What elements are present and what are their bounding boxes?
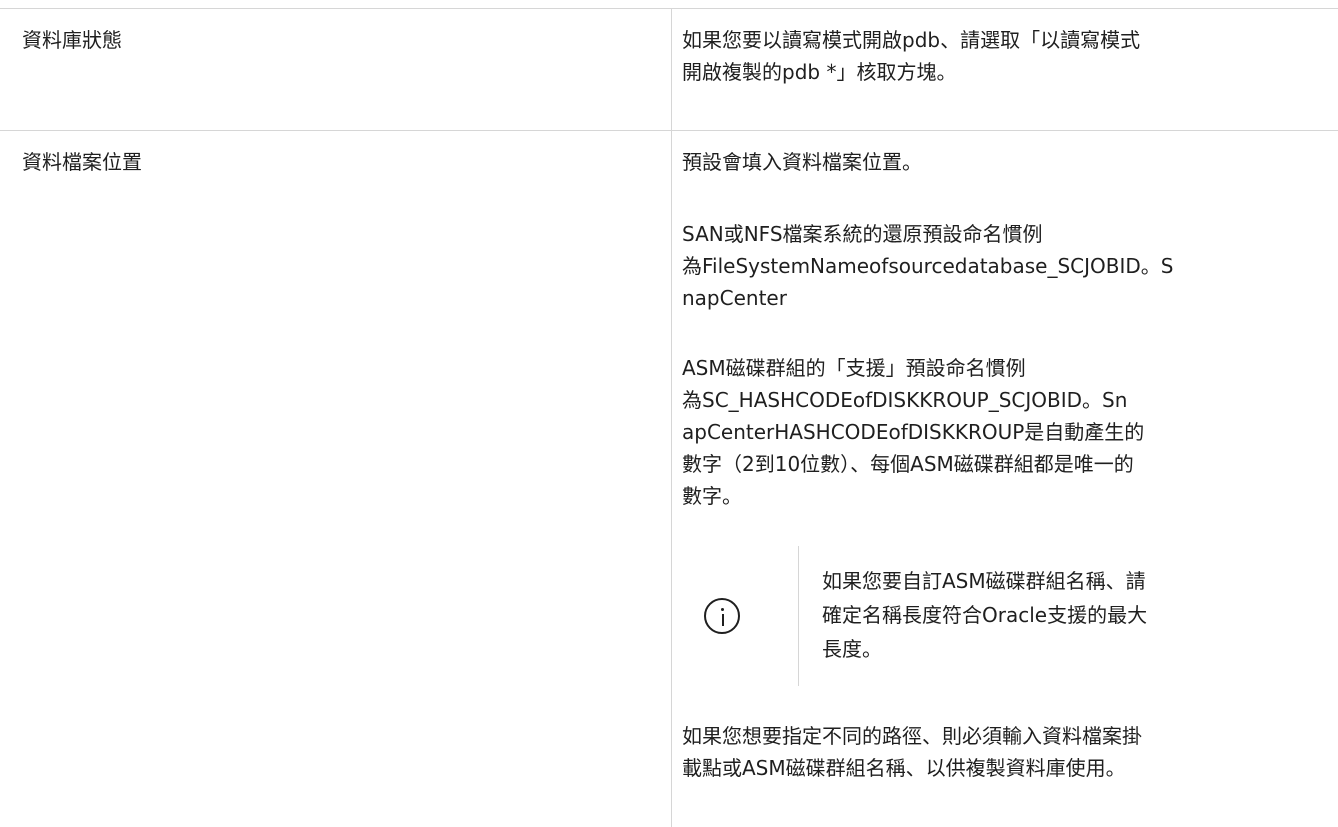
row-description-database-state: 如果您要以讀寫模式開啟pdb、請選取「以讀寫模式 開啟複製的pdb *」核取方塊… — [682, 24, 1322, 88]
paragraph-line: napCenter — [682, 286, 787, 310]
paragraph-line: 為SC_HASHCODEofDISKKROUP_SCJOBID。Sn — [682, 388, 1128, 412]
note-text: 如果您要自訂ASM磁碟群組名稱、請 確定名稱長度符合Oracle支援的最大 長度… — [822, 564, 1147, 666]
paragraph-line: 數字（2到10位數）、每個ASM磁碟群組都是唯一的 — [682, 452, 1134, 476]
description-line: 如果您要以讀寫模式開啟pdb、請選取「以讀寫模式 — [682, 28, 1141, 52]
table-top-border — [0, 8, 1338, 9]
paragraph-line: 為FileSystemNameofsourcedatabase_SCJOBID。… — [682, 254, 1174, 278]
settings-table: 資料庫狀態 如果您要以讀寫模式開啟pdb、請選取「以讀寫模式 開啟複製的pdb … — [0, 0, 1338, 827]
note-line: 如果您要自訂ASM磁碟群組名稱、請 — [822, 569, 1146, 593]
info-icon-stem — [721, 614, 724, 626]
paragraph-line: 預設會填入資料檔案位置。 — [682, 150, 922, 174]
note-divider — [798, 546, 799, 686]
paragraph-line: SAN或NFS檔案系統的還原預設命名慣例 — [682, 222, 1043, 246]
paragraph-custom-path: 如果您想要指定不同的路徑、則必須輸入資料檔案掛 載點或ASM磁碟群組名稱、以供複… — [682, 720, 1322, 784]
info-note: 如果您要自訂ASM磁碟群組名稱、請 確定名稱長度符合Oracle支援的最大 長度… — [682, 546, 1322, 686]
paragraph-line: 數字。 — [682, 484, 742, 508]
row-label-datafile-location: 資料檔案位置 — [22, 150, 142, 174]
paragraph-default-location: 預設會填入資料檔案位置。 — [682, 146, 1322, 178]
info-icon — [704, 598, 740, 634]
paragraph-line: apCenterHASHCODEofDISKKROUP是自動產生的 — [682, 420, 1145, 444]
description-line: 開啟複製的pdb *」核取方塊。 — [682, 60, 957, 84]
paragraph-line: ASM磁碟群組的「支援」預設命名慣例 — [682, 356, 1026, 380]
note-line: 確定名稱長度符合Oracle支援的最大 — [822, 603, 1148, 627]
info-icon-dot — [721, 608, 724, 611]
paragraph-line: 載點或ASM磁碟群組名稱、以供複製資料庫使用。 — [682, 756, 1126, 780]
paragraph-san-nfs-naming: SAN或NFS檔案系統的還原預設命名慣例 為FileSystemNameofso… — [682, 218, 1322, 314]
paragraph-line: 如果您想要指定不同的路徑、則必須輸入資料檔案掛 — [682, 724, 1142, 748]
paragraph-asm-naming: ASM磁碟群組的「支援」預設命名慣例 為SC_HASHCODEofDISKKRO… — [682, 352, 1322, 512]
note-line: 長度。 — [822, 637, 882, 661]
row-divider — [0, 130, 1338, 131]
row-label-database-state: 資料庫狀態 — [22, 28, 122, 52]
